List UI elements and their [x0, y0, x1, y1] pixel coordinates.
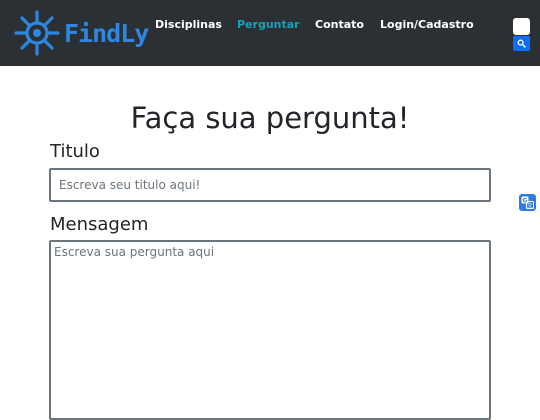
- message-textarea[interactable]: [49, 240, 491, 420]
- brand-logo[interactable]: FindLy: [14, 10, 149, 56]
- message-label: Mensagem: [50, 214, 149, 235]
- nav-link-perguntar[interactable]: Perguntar: [237, 18, 300, 31]
- title-input[interactable]: [49, 168, 491, 202]
- nav-link-login-cadastro[interactable]: Login/Cadastro: [380, 18, 474, 31]
- search-button[interactable]: [513, 36, 530, 51]
- search-icon: [517, 39, 526, 48]
- brand-name: FindLy: [64, 19, 149, 48]
- nav-link-contato[interactable]: Contato: [315, 18, 364, 31]
- nav-link-disciplinas[interactable]: Disciplinas: [155, 18, 222, 31]
- search-input[interactable]: [513, 18, 530, 35]
- sun-gear-icon: [14, 10, 60, 56]
- translate-icon: G 文: [521, 196, 534, 209]
- svg-text:文: 文: [527, 201, 533, 209]
- translate-button[interactable]: G 文: [519, 194, 536, 211]
- navbar: FindLy Disciplinas Perguntar Contato Log…: [0, 0, 540, 66]
- page-title: Faça sua pergunta!: [130, 101, 410, 135]
- title-label: Titulo: [50, 141, 100, 162]
